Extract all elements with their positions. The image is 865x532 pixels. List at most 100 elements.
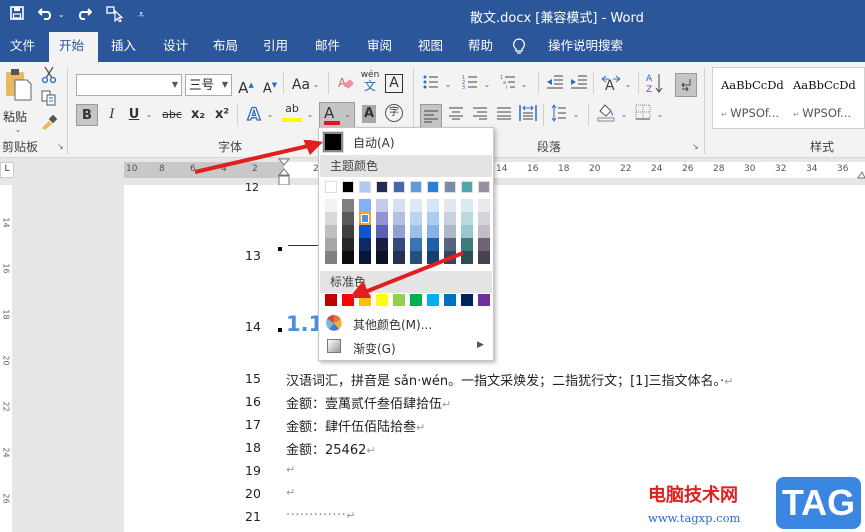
theme-shade-swatch[interactable] bbox=[325, 238, 337, 251]
show-formatting-marks-button[interactable] bbox=[675, 73, 697, 97]
theme-shade-swatch[interactable] bbox=[444, 199, 456, 212]
theme-color-swatch[interactable] bbox=[359, 181, 371, 193]
style-item-name[interactable]: ↵ WPSOf... bbox=[793, 106, 851, 120]
shading-icon[interactable] bbox=[595, 102, 617, 124]
asian-layout-icon[interactable]: A bbox=[600, 74, 622, 96]
redo-icon[interactable] bbox=[76, 6, 93, 24]
numbering-dropdown-icon[interactable]: ⌄ bbox=[483, 74, 491, 96]
align-center-button[interactable] bbox=[447, 106, 465, 128]
strikethrough-button[interactable]: abc bbox=[160, 104, 184, 126]
customize-toolbar-icon[interactable]: ⩡ bbox=[138, 8, 144, 22]
save-icon[interactable] bbox=[10, 6, 24, 24]
more-colors-item[interactable]: 其他颜色(M)... bbox=[319, 312, 493, 334]
align-right-button[interactable] bbox=[471, 106, 489, 128]
theme-shade-swatch[interactable] bbox=[461, 225, 473, 238]
paragraph-text[interactable]: 金额：壹萬贰仟叁佰肆拾伍↵ bbox=[286, 393, 451, 412]
font-name-dropdown-icon[interactable]: ▼ bbox=[172, 75, 178, 95]
theme-color-swatch[interactable] bbox=[342, 181, 354, 193]
theme-shade-swatch[interactable] bbox=[410, 251, 422, 264]
standard-color-swatch[interactable] bbox=[325, 294, 337, 306]
theme-shade-swatch[interactable] bbox=[342, 251, 354, 264]
theme-shade-swatch[interactable] bbox=[359, 238, 371, 251]
multilevel-dropdown-icon[interactable]: ⌄ bbox=[520, 74, 528, 96]
underline-dropdown-icon[interactable]: ⌄ bbox=[145, 104, 153, 126]
theme-shade-swatch[interactable] bbox=[376, 251, 388, 264]
clipboard-launcher-icon[interactable]: ↘ bbox=[57, 142, 64, 151]
bullets-icon[interactable] bbox=[422, 74, 440, 96]
theme-shade-swatch[interactable] bbox=[359, 199, 371, 212]
theme-shade-swatch[interactable] bbox=[376, 212, 388, 225]
format-painter-icon[interactable] bbox=[40, 114, 58, 136]
distributed-button[interactable] bbox=[518, 104, 538, 126]
theme-shade-swatch[interactable] bbox=[393, 199, 405, 212]
style-item-preview[interactable]: AaBbCcDd bbox=[793, 78, 856, 92]
subscript-button[interactable]: x₂ bbox=[190, 104, 206, 126]
standard-color-swatch[interactable] bbox=[461, 294, 473, 306]
theme-shade-swatch[interactable] bbox=[427, 199, 439, 212]
tell-me-search[interactable]: 操作说明搜索 bbox=[538, 32, 633, 62]
tab-references[interactable]: 引用 bbox=[253, 32, 298, 62]
theme-shade-swatch[interactable] bbox=[444, 225, 456, 238]
touch-mode-icon[interactable] bbox=[106, 6, 124, 26]
font-name-combo[interactable]: ▼ bbox=[76, 74, 182, 96]
style-item-preview[interactable]: AaBbCcDd bbox=[721, 78, 784, 92]
tab-mailings[interactable]: 邮件 bbox=[305, 32, 350, 62]
indent-marker[interactable] bbox=[278, 158, 290, 188]
grow-font-button[interactable]: A▲ bbox=[238, 74, 254, 97]
theme-color-swatch[interactable] bbox=[325, 181, 337, 193]
standard-color-swatch[interactable] bbox=[410, 294, 422, 306]
theme-color-swatch[interactable] bbox=[393, 181, 405, 193]
theme-shade-swatch[interactable] bbox=[444, 212, 456, 225]
line-spacing-dropdown-icon[interactable]: ⌄ bbox=[572, 104, 580, 126]
paragraph-text[interactable]: ↵ bbox=[286, 485, 295, 500]
tab-help[interactable]: 帮助 bbox=[458, 32, 503, 62]
italic-button[interactable]: I bbox=[103, 104, 121, 126]
theme-shade-swatch[interactable] bbox=[444, 251, 456, 264]
theme-color-swatch[interactable] bbox=[461, 181, 473, 193]
theme-shade-swatch[interactable] bbox=[342, 212, 354, 225]
undo-icon[interactable] bbox=[37, 6, 54, 24]
highlight-dropdown-icon[interactable]: ⌄ bbox=[306, 104, 314, 126]
theme-color-swatch[interactable] bbox=[444, 181, 456, 193]
theme-shade-swatch[interactable] bbox=[478, 212, 490, 225]
undo-dropdown-icon[interactable]: ⌄ bbox=[58, 10, 65, 19]
paste-dropdown-icon[interactable]: ⌄ bbox=[3, 125, 33, 134]
increase-indent-icon[interactable] bbox=[570, 74, 588, 96]
theme-shade-swatch[interactable] bbox=[427, 238, 439, 251]
theme-shade-swatch[interactable] bbox=[325, 225, 337, 238]
standard-color-swatch[interactable] bbox=[478, 294, 490, 306]
text-effects-dropdown-icon[interactable]: ⌄ bbox=[266, 104, 274, 126]
shading-dropdown-icon[interactable]: ⌄ bbox=[620, 104, 628, 126]
phonetic-guide-button[interactable]: wén 文 bbox=[360, 70, 380, 96]
theme-shade-swatch[interactable] bbox=[325, 212, 337, 225]
paragraph-text[interactable]: 金额：25462↵ bbox=[286, 439, 376, 458]
theme-shade-swatch[interactable] bbox=[359, 225, 371, 238]
font-color-dropdown-icon[interactable]: ⌄ bbox=[344, 105, 351, 125]
theme-shade-swatch[interactable] bbox=[393, 225, 405, 238]
sort-icon[interactable]: AZ bbox=[645, 72, 665, 95]
theme-shade-swatch[interactable] bbox=[359, 251, 371, 264]
theme-shade-swatch[interactable] bbox=[478, 238, 490, 251]
theme-shade-swatch[interactable] bbox=[376, 238, 388, 251]
paragraph-text[interactable]: 金额：肆仟伍佰陆拾叁↵ bbox=[286, 416, 425, 435]
theme-color-swatch[interactable] bbox=[478, 181, 490, 193]
theme-shade-swatch[interactable] bbox=[444, 238, 456, 251]
standard-color-swatch[interactable] bbox=[427, 294, 439, 306]
change-case-dropdown-icon[interactable]: ⌄ bbox=[312, 74, 320, 96]
standard-color-swatch[interactable] bbox=[393, 294, 405, 306]
paragraph-launcher-icon[interactable]: ↘ bbox=[692, 142, 699, 151]
standard-color-swatch[interactable] bbox=[376, 294, 388, 306]
standard-color-swatch[interactable] bbox=[444, 294, 456, 306]
theme-color-swatch[interactable] bbox=[376, 181, 388, 193]
cut-icon[interactable] bbox=[40, 66, 58, 88]
theme-shade-swatch[interactable] bbox=[393, 238, 405, 251]
theme-shade-swatch[interactable] bbox=[393, 251, 405, 264]
borders-icon[interactable] bbox=[634, 104, 652, 126]
theme-shade-swatch[interactable] bbox=[410, 199, 422, 212]
tab-view[interactable]: 视图 bbox=[408, 32, 453, 62]
paragraph-text[interactable]: ↵ bbox=[286, 462, 295, 477]
theme-shade-swatch[interactable] bbox=[359, 212, 371, 225]
theme-color-swatch[interactable] bbox=[410, 181, 422, 193]
paragraph-text[interactable]: 汉语词汇，拼音是 sǎn·wén。一指文采焕发；二指犹行文；[1]三指文体名。·… bbox=[286, 370, 733, 389]
highlight-button[interactable]: ab bbox=[282, 102, 302, 124]
